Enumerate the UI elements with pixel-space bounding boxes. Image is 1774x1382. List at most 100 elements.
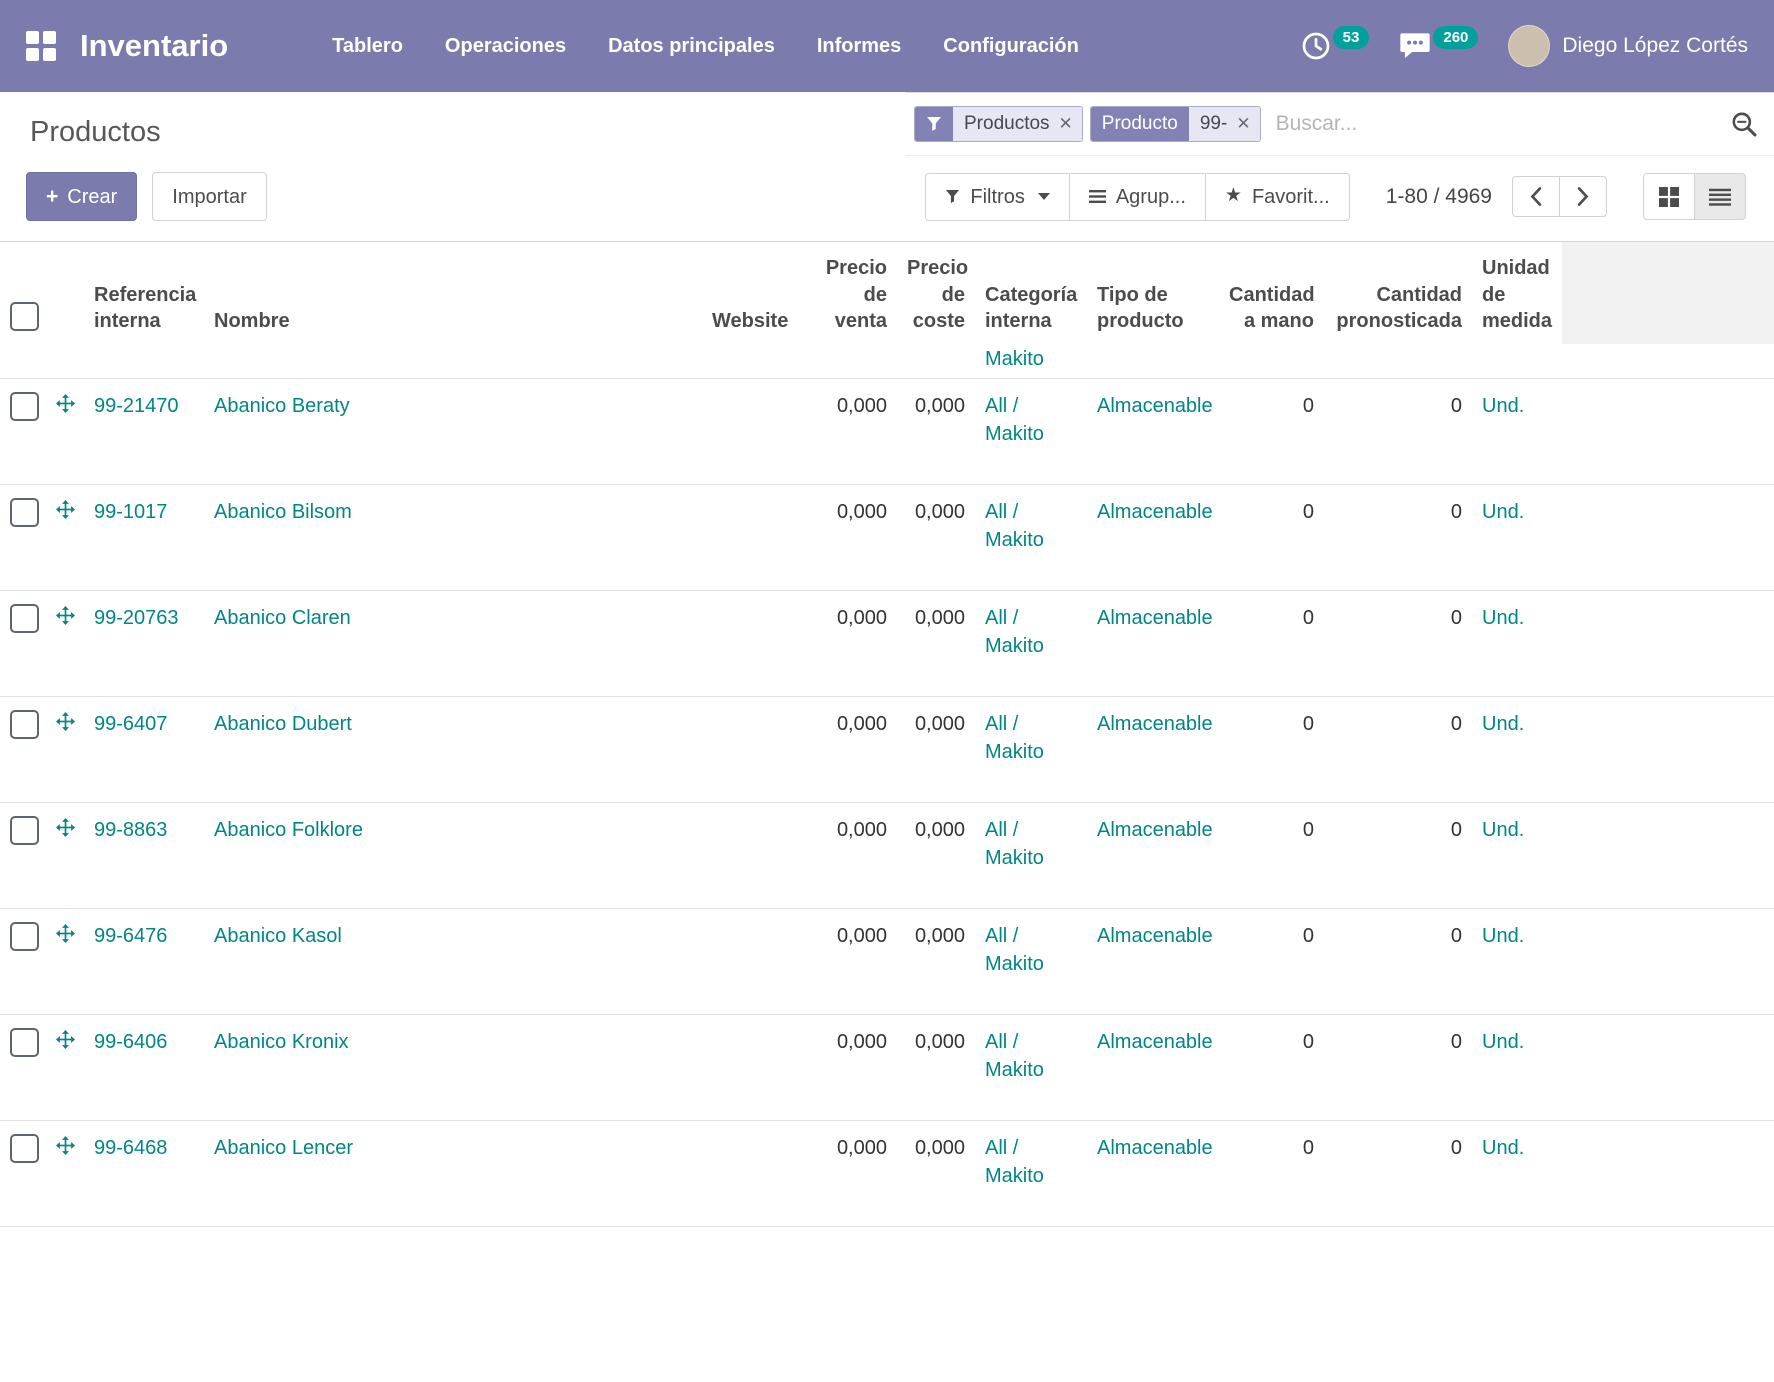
- column-header-tipo-producto[interactable]: Tipo de producto: [1087, 242, 1219, 345]
- drag-handle-icon[interactable]: [56, 394, 75, 413]
- cell-cost-price[interactable]: 0,000: [897, 802, 975, 908]
- cell-internal-reference[interactable]: 99-6468: [84, 1120, 204, 1226]
- drag-handle-icon[interactable]: [56, 1136, 75, 1155]
- cell-website[interactable]: [702, 484, 797, 590]
- menu-item-tablero[interactable]: Tablero: [332, 35, 403, 58]
- cell-qty-forecast[interactable]: 0: [1324, 1014, 1472, 1120]
- column-header-website[interactable]: Website: [702, 242, 797, 345]
- cell-product-type[interactable]: Almacenable: [1087, 484, 1219, 590]
- cell-product-name[interactable]: Abanico Kronix: [204, 1014, 702, 1120]
- row-checkbox[interactable]: [10, 604, 39, 633]
- cell-sale-price[interactable]: 0,000: [797, 696, 897, 802]
- pager-previous-button[interactable]: [1512, 176, 1560, 217]
- cell-uom[interactable]: Und.: [1472, 590, 1562, 696]
- create-button[interactable]: +Crear: [26, 172, 137, 221]
- cell-category-partial[interactable]: Makito: [975, 344, 1087, 378]
- cell-website[interactable]: [702, 1014, 797, 1120]
- cell-product-type[interactable]: Almacenable: [1087, 802, 1219, 908]
- cell-product-type[interactable]: Almacenable: [1087, 1014, 1219, 1120]
- import-button[interactable]: Importar: [152, 172, 266, 221]
- search-input[interactable]: [1268, 106, 1724, 142]
- cell-website[interactable]: [702, 802, 797, 908]
- menu-item-informes[interactable]: Informes: [817, 35, 901, 58]
- cell-product-type[interactable]: Almacenable: [1087, 378, 1219, 484]
- row-checkbox[interactable]: [10, 922, 39, 951]
- drag-handle-icon[interactable]: [56, 712, 75, 731]
- cell-internal-category[interactable]: All / Makito: [975, 484, 1087, 590]
- cell-product-name[interactable]: Abanico Lencer: [204, 1120, 702, 1226]
- app-title[interactable]: Inventario: [80, 28, 228, 64]
- column-header-unidad-medida[interactable]: Unidad de medida: [1472, 242, 1562, 345]
- menu-item-operaciones[interactable]: Operaciones: [445, 35, 566, 58]
- cell-product-name[interactable]: Abanico Dubert: [204, 696, 702, 802]
- column-header-precio-venta[interactable]: Precio de venta: [797, 242, 897, 345]
- pager-next-button[interactable]: [1559, 176, 1607, 217]
- drag-handle-icon[interactable]: [56, 606, 75, 625]
- cell-product-type[interactable]: Almacenable: [1087, 1120, 1219, 1226]
- table-row[interactable]: 99-6406 Abanico Kronix 0,000 0,000 All /…: [0, 1014, 1774, 1120]
- cell-internal-category[interactable]: All / Makito: [975, 590, 1087, 696]
- table-row[interactable]: 99-20763 Abanico Claren 0,000 0,000 All …: [0, 590, 1774, 696]
- cell-internal-category[interactable]: All / Makito: [975, 802, 1087, 908]
- cell-uom[interactable]: Und.: [1472, 1014, 1562, 1120]
- cell-qty-forecast[interactable]: 0: [1324, 378, 1472, 484]
- apps-menu-icon[interactable]: [26, 31, 56, 61]
- list-view-button[interactable]: [1694, 173, 1746, 220]
- cell-website[interactable]: [702, 1120, 797, 1226]
- search-facet-producto-99[interactable]: Producto 99- ✕: [1090, 106, 1261, 142]
- filters-button[interactable]: Filtros: [925, 173, 1069, 221]
- cell-qty-on-hand[interactable]: 0: [1219, 802, 1324, 908]
- cell-qty-on-hand[interactable]: 0: [1219, 484, 1324, 590]
- search-icon[interactable]: [1730, 110, 1758, 138]
- cell-cost-price[interactable]: 0,000: [897, 1014, 975, 1120]
- column-header-referencia-interna[interactable]: Referencia interna: [84, 242, 204, 345]
- cell-sale-price[interactable]: 0,000: [797, 1014, 897, 1120]
- cell-qty-forecast[interactable]: 0: [1324, 590, 1472, 696]
- cell-internal-reference[interactable]: 99-20763: [84, 590, 204, 696]
- table-row[interactable]: 99-6476 Abanico Kasol 0,000 0,000 All / …: [0, 908, 1774, 1014]
- cell-sale-price[interactable]: 0,000: [797, 590, 897, 696]
- select-all-checkbox[interactable]: [10, 302, 39, 331]
- cell-website[interactable]: [702, 908, 797, 1014]
- drag-handle-icon[interactable]: [56, 924, 75, 943]
- row-checkbox[interactable]: [10, 1134, 39, 1163]
- cell-sale-price[interactable]: 0,000: [797, 484, 897, 590]
- cell-product-name[interactable]: Abanico Claren: [204, 590, 702, 696]
- cell-qty-forecast[interactable]: 0: [1324, 696, 1472, 802]
- cell-uom[interactable]: Und.: [1472, 908, 1562, 1014]
- menu-item-configuracion[interactable]: Configuración: [943, 35, 1079, 58]
- cell-product-name[interactable]: Abanico Bilsom: [204, 484, 702, 590]
- remove-facet-icon[interactable]: ✕: [1233, 107, 1259, 141]
- cell-uom[interactable]: Und.: [1472, 1120, 1562, 1226]
- search-bar[interactable]: Productos ✕ Producto 99- ✕: [906, 92, 1774, 156]
- cell-uom[interactable]: Und.: [1472, 378, 1562, 484]
- activities-button[interactable]: 53: [1301, 31, 1370, 61]
- cell-product-type[interactable]: Almacenable: [1087, 908, 1219, 1014]
- cell-website[interactable]: [702, 378, 797, 484]
- row-checkbox[interactable]: [10, 498, 39, 527]
- cell-cost-price[interactable]: 0,000: [897, 484, 975, 590]
- search-facet-productos[interactable]: Productos ✕: [914, 106, 1083, 142]
- column-header-precio-coste[interactable]: Precio de coste: [897, 242, 975, 345]
- cell-qty-on-hand[interactable]: 0: [1219, 1014, 1324, 1120]
- cell-qty-forecast[interactable]: 0: [1324, 1120, 1472, 1226]
- cell-internal-reference[interactable]: 99-21470: [84, 378, 204, 484]
- cell-cost-price[interactable]: 0,000: [897, 378, 975, 484]
- cell-qty-forecast[interactable]: 0: [1324, 484, 1472, 590]
- cell-qty-on-hand[interactable]: 0: [1219, 1120, 1324, 1226]
- table-row[interactable]: 99-1017 Abanico Bilsom 0,000 0,000 All /…: [0, 484, 1774, 590]
- cell-product-type[interactable]: Almacenable: [1087, 590, 1219, 696]
- column-header-categoria-interna[interactable]: Categoría interna: [975, 242, 1087, 345]
- favorites-button[interactable]: ★ Favorit...: [1205, 173, 1350, 221]
- cell-internal-reference[interactable]: 99-1017: [84, 484, 204, 590]
- table-row[interactable]: 99-8863 Abanico Folklore 0,000 0,000 All…: [0, 802, 1774, 908]
- cell-internal-category[interactable]: All / Makito: [975, 908, 1087, 1014]
- cell-uom[interactable]: Und.: [1472, 696, 1562, 802]
- column-header-nombre[interactable]: Nombre: [204, 242, 702, 345]
- cell-qty-on-hand[interactable]: 0: [1219, 908, 1324, 1014]
- cell-sale-price[interactable]: 0,000: [797, 1120, 897, 1226]
- cell-internal-category[interactable]: All / Makito: [975, 1014, 1087, 1120]
- group-by-button[interactable]: Agrup...: [1069, 173, 1206, 221]
- cell-website[interactable]: [702, 590, 797, 696]
- menu-item-datos-principales[interactable]: Datos principales: [608, 35, 775, 58]
